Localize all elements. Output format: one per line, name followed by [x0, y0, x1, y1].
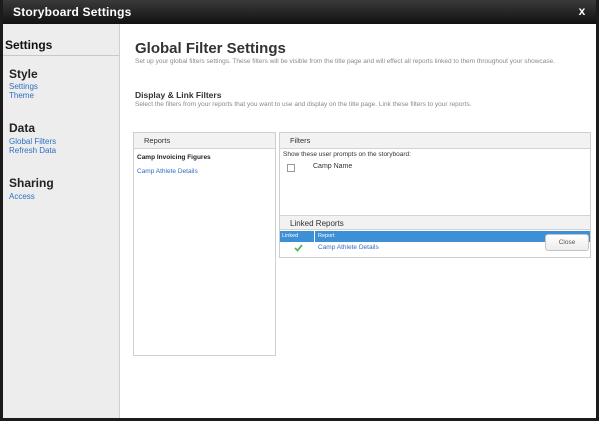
page-description: Set up your global filters settings. The… [135, 58, 555, 65]
report-item-invoicing[interactable]: Camp Invoicing Figures [137, 154, 211, 161]
sidebar-section-sharing: Sharing [9, 176, 54, 190]
sidebar-link-access[interactable]: Access [9, 192, 35, 201]
filters-prompt: Show these user prompts on the storyboar… [283, 151, 411, 158]
sidebar-link-theme[interactable]: Theme [9, 91, 34, 100]
storyboard-settings-dialog: Storyboard Settings x Settings Style Set… [0, 0, 599, 421]
report-item-athlete-details[interactable]: Camp Athlete Details [137, 168, 198, 175]
close-icon[interactable]: x [574, 3, 590, 19]
section-title: Display & Link Filters [135, 90, 222, 100]
reports-header: Reports [134, 133, 275, 149]
linked-check-icon[interactable] [294, 244, 303, 252]
sidebar-section-data: Data [9, 121, 36, 135]
linked-reports-header: Linked Reports [280, 215, 590, 230]
column-linked: Linked [282, 233, 299, 239]
section-description: Select the filters from your reports tha… [135, 101, 472, 108]
sidebar-section-style: Style [9, 67, 38, 81]
dialog-title: Storyboard Settings [13, 5, 132, 19]
filters-header: Filters [280, 133, 590, 149]
main-content: Global Filter Settings Set up your globa… [120, 24, 596, 418]
title-bar: Storyboard Settings x [3, 0, 596, 24]
settings-sidebar: Settings Style Settings Theme Data Globa… [3, 24, 120, 418]
sidebar-link-refresh-data[interactable]: Refresh Data [9, 146, 56, 155]
column-report: Report [318, 233, 335, 239]
sidebar-link-global-filters[interactable]: Global Filters [9, 137, 56, 146]
close-button[interactable]: Close [545, 234, 589, 251]
linked-report-name[interactable]: Camp Athlete Details [318, 244, 379, 251]
linked-reports-table-header: Linked Report [280, 231, 590, 242]
camp-name-checkbox[interactable] [287, 164, 295, 172]
sidebar-divider [3, 55, 119, 56]
sidebar-heading: Settings [5, 38, 53, 52]
reports-panel: Reports Camp Invoicing Figures Camp Athl… [133, 132, 276, 356]
column-separator [314, 231, 315, 242]
page-title: Global Filter Settings [135, 40, 286, 57]
camp-name-label: Camp Name [313, 163, 353, 170]
sidebar-link-settings[interactable]: Settings [9, 82, 38, 91]
